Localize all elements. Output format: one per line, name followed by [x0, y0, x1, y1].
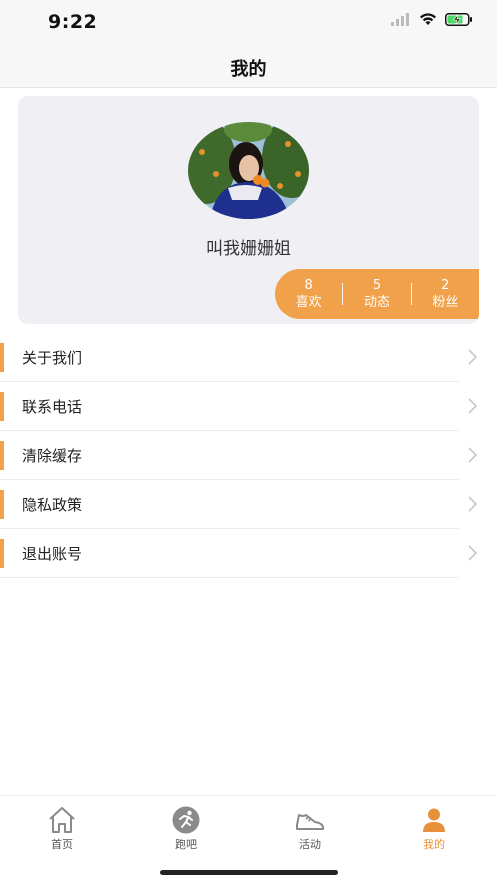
- menu-item-privacy-policy[interactable]: 隐私政策: [0, 480, 497, 529]
- person-icon: [423, 808, 445, 832]
- stat-likes-value: 8: [304, 277, 313, 293]
- page-title: 我的: [230, 59, 267, 80]
- stat-fans-label: 粉丝: [432, 294, 459, 310]
- menu-item-about-us[interactable]: 关于我们: [0, 333, 497, 382]
- menu-item-label: 关于我们: [22, 349, 83, 367]
- menu-item-clear-cache[interactable]: 清除缓存: [0, 431, 497, 480]
- menu-divider: [0, 577, 459, 578]
- menu-accent-bar: [0, 343, 4, 372]
- profile-card: 叫我姗姗姐 8 喜欢 5 动态 2 粉丝: [18, 96, 479, 324]
- menu-item-label: 清除缓存: [22, 447, 83, 465]
- stat-divider: [342, 283, 344, 305]
- stat-posts-label: 动态: [363, 294, 390, 310]
- menu-item-label: 隐私政策: [22, 496, 83, 514]
- avatar-photo: [188, 122, 309, 219]
- tab-run-label: 跑吧: [175, 838, 197, 851]
- chevron-right-icon: [468, 349, 477, 365]
- menu-item-logout[interactable]: 退出账号: [0, 529, 497, 578]
- shoe-icon: [296, 814, 324, 830]
- home-indicator: [160, 870, 338, 875]
- stat-likes-label: 喜欢: [295, 294, 322, 310]
- runner-icon: [172, 806, 200, 834]
- wifi-icon: [420, 13, 436, 25]
- stat-divider: [410, 283, 412, 305]
- status-time: 9:22: [48, 11, 98, 33]
- tab-mine-label: 我的: [423, 838, 445, 851]
- menu-accent-bar: [0, 490, 4, 519]
- status-bar: 9:22: [0, 0, 497, 44]
- stat-posts-value: 5: [372, 277, 382, 293]
- status-icons: [391, 13, 473, 26]
- avatar[interactable]: [188, 122, 309, 219]
- battery-charging-icon: [445, 13, 472, 26]
- stat-posts[interactable]: 5 动态: [343, 277, 410, 312]
- navigation-bar: 我的: [0, 44, 497, 88]
- menu-accent-bar: [0, 392, 4, 421]
- chevron-right-icon: [468, 447, 477, 463]
- cellular-signal-icon: [391, 13, 409, 26]
- stat-likes[interactable]: 8 喜欢: [275, 277, 342, 312]
- tab-activity[interactable]: 活动: [265, 806, 355, 852]
- chevron-right-icon: [468, 496, 477, 512]
- stat-fans-value: 2: [441, 277, 450, 293]
- stat-fans[interactable]: 2 粉丝: [412, 277, 479, 312]
- tab-home[interactable]: 首页: [17, 806, 107, 852]
- settings-menu: 关于我们 联系电话 清除缓存 隐私政策 退出账号: [0, 333, 497, 578]
- menu-item-label: 退出账号: [22, 545, 83, 563]
- tab-run[interactable]: 跑吧: [141, 806, 231, 852]
- chevron-right-icon: [468, 398, 477, 414]
- tab-activity-label: 活动: [299, 838, 321, 851]
- tab-mine[interactable]: 我的: [389, 806, 479, 852]
- menu-accent-bar: [0, 441, 4, 470]
- chevron-right-icon: [468, 545, 477, 561]
- menu-accent-bar: [0, 539, 4, 568]
- home-icon: [49, 807, 75, 833]
- menu-item-contact-phone[interactable]: 联系电话: [0, 382, 497, 431]
- stats-pill: 8 喜欢 5 动态 2 粉丝: [275, 269, 479, 319]
- tab-home-label: 首页: [51, 838, 73, 851]
- menu-item-label: 联系电话: [22, 398, 83, 416]
- username: 叫我姗姗姐: [206, 239, 291, 259]
